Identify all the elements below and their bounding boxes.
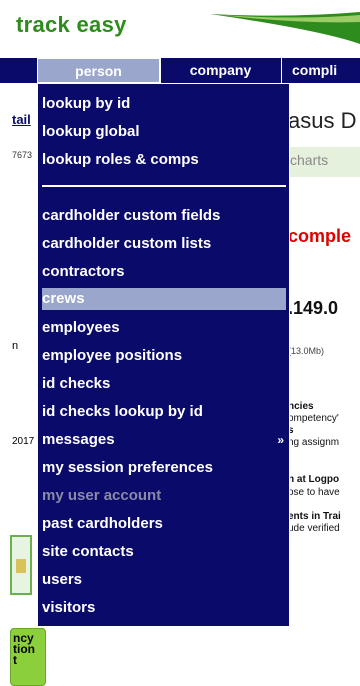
id-number-fragment: 7673 <box>12 150 33 160</box>
menu-item-lookup-roles-comps[interactable]: lookup roles & comps <box>42 146 286 174</box>
menu-item-label: employees <box>42 319 120 336</box>
status-incomplete-text: comple <box>288 226 352 246</box>
menu-item-users[interactable]: users <box>42 566 286 594</box>
app-logo: track easy <box>16 12 127 37</box>
photo-thumbnail <box>10 535 32 595</box>
menu-item-site-contacts[interactable]: site contacts <box>42 538 286 566</box>
nav-tab-compliance[interactable]: compli <box>281 58 360 83</box>
text-fragment: n <box>12 340 19 352</box>
menu-item-label: id checks lookup by id <box>42 403 203 420</box>
nav-tab-company[interactable]: company <box>160 58 280 83</box>
menu-item-cardholder-custom-lists[interactable]: cardholder custom lists <box>42 230 286 258</box>
detail-link-fragment[interactable]: tail <box>12 112 37 127</box>
menu-item-id-checks-lookup-by-id[interactable]: id checks lookup by id <box>42 398 286 426</box>
menu-item-employee-positions[interactable]: employee positions <box>42 342 286 370</box>
menu-item-contractors[interactable]: contractors <box>42 258 286 286</box>
menu-item-label: employee positions <box>42 347 183 364</box>
menu-item-label: messages <box>42 431 115 448</box>
left-panel-background <box>0 83 37 686</box>
menu-item-label: past cardholders <box>42 515 163 532</box>
page-title-fragment: asus D <box>288 108 357 133</box>
main-nav-bar: person company compli <box>0 58 360 83</box>
menu-item-label: id checks <box>42 375 111 392</box>
menu-item-id-checks[interactable]: id checks <box>42 370 286 398</box>
size-value: (13.0Mb) <box>288 346 325 356</box>
info-line: n at Logpo <box>288 474 340 485</box>
menu-separator <box>42 185 286 187</box>
menu-item-label: crews <box>42 290 85 307</box>
menu-item-label: users <box>42 571 83 588</box>
info-line: ompetency' <box>288 413 339 424</box>
submenu-arrow-icon: » <box>277 433 284 447</box>
menu-item-employees[interactable]: employees <box>42 314 286 342</box>
info-line: ose to have <box>288 487 340 498</box>
menu-item-my-user-account: my user account <box>42 482 286 510</box>
date-fragment: 2017 <box>12 436 35 447</box>
header-swoosh-graphic <box>210 12 360 44</box>
menu-item-label: contractors <box>42 263 125 280</box>
menu-item-crews[interactable]: crews <box>42 288 286 310</box>
tab-charts[interactable]: charts <box>290 152 328 168</box>
menu-item-cardholder-custom-fields[interactable]: cardholder custom fields <box>42 202 286 230</box>
version-value: .149.0 <box>288 298 339 318</box>
menu-item-messages[interactable]: messages » <box>42 426 286 454</box>
person-dropdown-menu: lookup by id lookup global lookup roles … <box>37 83 290 627</box>
menu-item-label: my session preferences <box>42 459 213 476</box>
menu-item-label: my user account <box>42 487 162 504</box>
menu-item-label: lookup by id <box>42 95 131 112</box>
info-line: ents in Trai <box>288 511 341 522</box>
menu-item-label: site contacts <box>42 543 134 560</box>
nav-tab-person[interactable]: person <box>37 58 160 83</box>
info-line: ude verified <box>288 523 340 534</box>
menu-item-my-session-preferences[interactable]: my session preferences <box>42 454 286 482</box>
menu-item-lookup-by-id[interactable]: lookup by id <box>42 90 286 118</box>
info-line: ng assignm <box>288 437 340 448</box>
menu-item-label: cardholder custom lists <box>42 235 212 252</box>
menu-item-visitors[interactable]: visitors <box>42 594 286 622</box>
menu-item-label: lookup roles & comps <box>42 151 199 168</box>
competency-button[interactable]: ncy tion t <box>10 628 46 686</box>
menu-item-past-cardholders[interactable]: past cardholders <box>42 510 286 538</box>
menu-item-label: visitors <box>42 599 96 616</box>
info-line: ncies <box>288 401 314 412</box>
menu-item-label: cardholder custom fields <box>42 207 221 224</box>
menu-item-label: lookup global <box>42 123 140 140</box>
menu-item-lookup-global[interactable]: lookup global <box>42 118 286 146</box>
